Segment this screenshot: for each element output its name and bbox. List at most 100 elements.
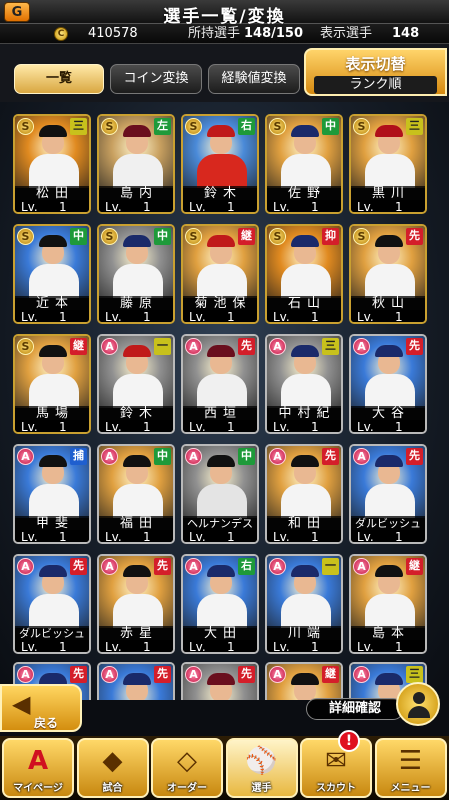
level-label: Lv. [273, 310, 290, 324]
player-card[interactable]: S 左島内 Lv. 1 [97, 114, 175, 214]
player-card[interactable]: A 継島本 Lv. 1 [349, 554, 427, 654]
position-badge: 一 [154, 338, 171, 355]
rank-badge-icon: A [101, 666, 118, 683]
shown-players-value: 148 [392, 26, 420, 41]
player-card[interactable]: S 中佐野 Lv. 1 [265, 114, 343, 214]
tab-coin-convert[interactable]: コイン変換 [110, 64, 202, 94]
rank-badge-icon: A [269, 338, 286, 355]
rank-badge-icon: A [17, 558, 34, 575]
player-card[interactable]: A 先ダルビッシュ Lv. 1 [349, 444, 427, 544]
player-level: Lv. 1 [99, 420, 173, 434]
player-card[interactable]: S 継菊池保 Lv. 1 [181, 224, 259, 324]
player-card[interactable]: A 先ダルビッシュ Lv. 1 [13, 554, 91, 654]
player-card[interactable]: A 中ヘルナンデス Lv. 1 [181, 444, 259, 544]
coin-icon: C [54, 27, 68, 41]
player-card[interactable]: S 継馬場 Lv. 1 [13, 334, 91, 434]
nav-item-order[interactable]: ◇ オーダー [151, 738, 223, 798]
player-card[interactable]: S 中藤原 Lv. 1 [97, 224, 175, 324]
rank-badge-icon: S [185, 228, 202, 245]
rank-badge-icon: S [17, 118, 34, 135]
player-card[interactable]: S 三松田 Lv. 1 [13, 114, 91, 214]
player-card[interactable]: S 三黒川 Lv. 1 [349, 114, 427, 214]
position-badge: 継 [70, 338, 87, 355]
player-card[interactable]: A先則本 [181, 662, 259, 700]
player-card[interactable]: S 中近本 Lv. 1 [13, 224, 91, 324]
display-switch-button[interactable]: 表示切替 ランク順 [304, 48, 447, 96]
player-icon: ⚾ [245, 746, 278, 776]
nav-label: メニュー [390, 783, 431, 794]
player-card[interactable]: S 右鈴木 Lv. 1 [181, 114, 259, 214]
position-badge: 継 [238, 228, 255, 245]
player-card[interactable]: A先村上 [97, 662, 175, 700]
rank-badge-icon: A [269, 448, 286, 465]
player-card[interactable]: A 先赤星 Lv. 1 [97, 554, 175, 654]
position-badge: 先 [238, 338, 255, 355]
rank-badge-icon: A [185, 448, 202, 465]
player-card[interactable]: A継モイネロ [265, 662, 343, 700]
player-card[interactable]: A 先和田 Lv. 1 [265, 444, 343, 544]
level-value: 1 [395, 200, 403, 214]
player-card[interactable]: A 捕甲斐 Lv. 1 [13, 444, 91, 544]
tab-list[interactable]: 一覧 [14, 64, 104, 94]
display-switch-title: 表示切替 [345, 55, 406, 73]
level-value: 1 [227, 640, 235, 654]
player-level: Lv. 1 [99, 310, 173, 322]
position-badge: 抑 [322, 228, 339, 245]
rank-badge-icon: A [17, 666, 34, 683]
rank-badge-icon: A [185, 666, 202, 683]
level-label: Lv. [105, 640, 122, 654]
player-card[interactable]: A 中福田 Lv. 1 [97, 444, 175, 544]
position-badge: 三 [406, 118, 423, 135]
position-badge: 中 [154, 448, 171, 465]
player-level: Lv. 1 [15, 640, 89, 652]
player-card[interactable]: A 先大谷 Lv. 1 [349, 334, 427, 434]
level-label: Lv. [21, 530, 38, 544]
player-card[interactable]: A 先西垣 Lv. 1 [181, 334, 259, 434]
position-badge: 中 [322, 118, 339, 135]
position-badge: 継 [322, 666, 339, 683]
level-label: Lv. [105, 530, 122, 544]
level-value: 1 [395, 640, 403, 654]
shown-players-label: 表示選手 [320, 26, 373, 41]
level-label: Lv. [189, 530, 206, 544]
level-label: Lv. [357, 420, 374, 434]
level-value: 1 [227, 310, 235, 324]
player-card[interactable]: S 先秋山 Lv. 1 [349, 224, 427, 324]
player-level: Lv. 1 [351, 420, 425, 434]
level-label: Lv. [189, 200, 206, 214]
level-label: Lv. [273, 420, 290, 434]
detail-check-button[interactable]: 詳細確認 [306, 698, 404, 720]
player-detail-icon[interactable] [396, 682, 440, 726]
level-label: Lv. [105, 420, 122, 434]
tab-exp-convert[interactable]: 経験値変換 [208, 64, 300, 94]
level-value: 1 [143, 530, 151, 544]
player-level: Lv. 1 [267, 640, 341, 652]
player-level: Lv. 1 [15, 420, 89, 432]
player-card[interactable]: A 一鈴木 Lv. 1 [97, 334, 175, 434]
position-badge: 先 [238, 666, 255, 683]
nav-item-player[interactable]: ⚾ 選手 [225, 738, 298, 798]
player-level: Lv. 1 [15, 530, 89, 544]
level-label: Lv. [273, 200, 290, 214]
rank-badge-icon: A [101, 558, 118, 575]
player-level: Lv. 1 [183, 420, 257, 432]
rank-badge-icon: A [353, 558, 370, 575]
player-card[interactable]: A 一川端 Lv. 1 [265, 554, 343, 654]
player-card[interactable]: S 抑石山 Lv. 1 [265, 224, 343, 324]
level-value: 1 [143, 640, 151, 654]
nav-item-scout[interactable]: ✉ スカウト [300, 738, 372, 798]
player-level: Lv. 1 [351, 530, 425, 542]
player-level: Lv. 1 [351, 200, 425, 214]
back-button[interactable]: ◀ 戻る [0, 684, 82, 732]
level-value: 1 [311, 310, 319, 324]
player-level: Lv. 1 [351, 310, 425, 322]
player-card[interactable]: A 右大田 Lv. 1 [181, 554, 259, 654]
rank-badge-icon: S [269, 228, 286, 245]
position-badge: 左 [154, 118, 171, 135]
nav-item-menu[interactable]: ☰ メニュー [374, 738, 447, 798]
nav-item-match[interactable]: ◆ 試合 [76, 738, 149, 798]
nav-item-mypage[interactable]: A マイページ [2, 738, 74, 798]
player-card[interactable]: A 三中村紀 Lv. 1 [265, 334, 343, 434]
rank-badge-icon: A [101, 448, 118, 465]
player-level: Lv. 1 [99, 200, 173, 212]
